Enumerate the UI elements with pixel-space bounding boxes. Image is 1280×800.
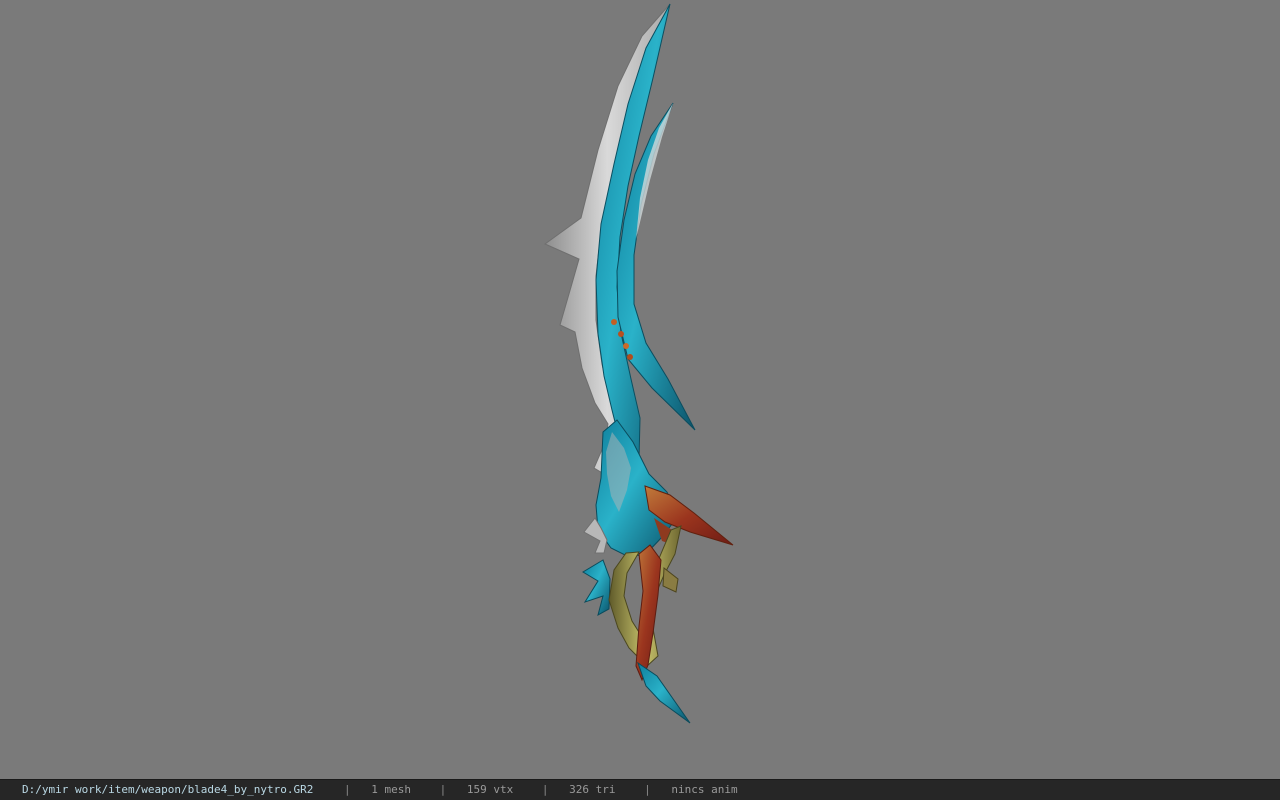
status-bar: D:/ymir work/item/weapon/blade4_by_nytro… (0, 779, 1280, 800)
status-separator: | (439, 783, 447, 796)
model-file-path: D:/ymir work/item/weapon/blade4_by_nytro… (22, 783, 314, 796)
animation-status: nincs anim (671, 783, 738, 796)
status-separator: | (644, 783, 651, 796)
status-separator: | (541, 783, 549, 796)
triangle-count: 326 tri (569, 783, 616, 796)
model-viewport[interactable] (0, 0, 1280, 779)
vertex-count: 159 vtx (466, 783, 514, 796)
blade-model-icon (544, 3, 734, 724)
mesh-count: 1 mesh (371, 783, 412, 796)
status-separator: | (344, 783, 351, 796)
